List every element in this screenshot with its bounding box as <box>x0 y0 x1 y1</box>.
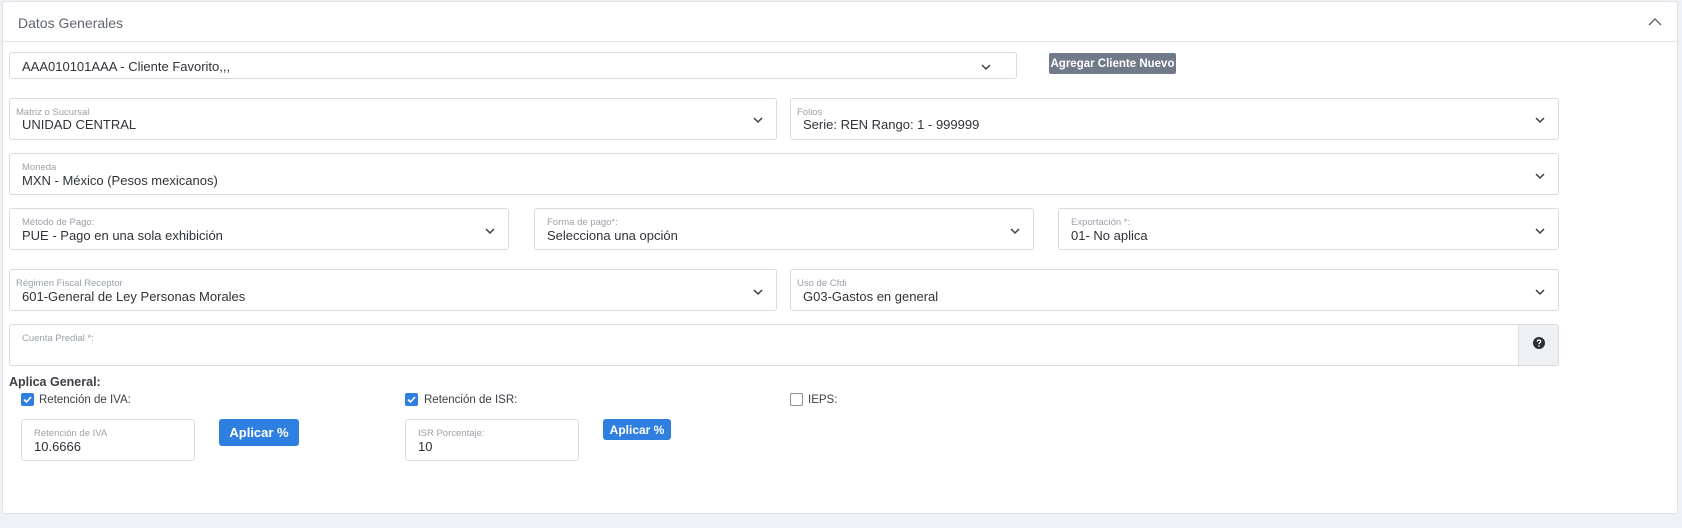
uso-cfdi-select[interactable]: Uso de Cfdi G03-Gastos en general <box>790 269 1559 311</box>
metodo-pago-value: PUE - Pago en una sola exhibición <box>22 228 223 243</box>
folios-select[interactable]: Folios Serie: REN Rango: 1 - 999999 <box>790 98 1559 140</box>
forma-pago-select[interactable]: Forma de pago*: Selecciona una opción <box>534 208 1034 250</box>
isr-porcentaje-input[interactable]: ISR Porcentaje: 10 <box>405 419 579 461</box>
regimen-fiscal-label: Régimen Fiscal Receptor <box>16 278 123 289</box>
exportacion-value: 01- No aplica <box>1071 228 1148 243</box>
retencion-isr-label: Retención de ISR: <box>424 394 518 406</box>
add-client-button-label: Agregar Cliente Nuevo <box>1050 57 1175 70</box>
question-circle-icon <box>1532 336 1545 354</box>
help-button[interactable] <box>1518 325 1558 365</box>
folios-value: Serie: REN Rango: 1 - 999999 <box>803 117 980 132</box>
client-select[interactable]: AAA010101AAA - Cliente Favorito,,, <box>9 52 1017 79</box>
retencion-iva-input-label: Retención de IVA <box>34 428 108 439</box>
exportacion-select[interactable]: Exportación *: 01- No aplica <box>1058 208 1559 250</box>
apply-iva-button[interactable]: Aplicar % <box>219 419 299 446</box>
uso-cfdi-label: Uso de Cfdi <box>797 278 847 289</box>
datos-generales-card: Datos Generales AAA010101AAA - Cliente F… <box>2 1 1678 514</box>
chevron-down-icon <box>1534 113 1546 125</box>
chevron-down-icon <box>980 60 992 72</box>
metodo-pago-select[interactable]: Método de Pago: PUE - Pago en una sola e… <box>9 208 509 250</box>
card-header: Datos Generales <box>3 2 1677 42</box>
add-client-button[interactable]: Agregar Cliente Nuevo <box>1049 53 1176 74</box>
chevron-up-icon[interactable] <box>1647 14 1663 30</box>
chevron-down-icon <box>752 285 764 297</box>
retencion-iva-label: Retención de IVA: <box>39 394 131 406</box>
chevron-down-icon <box>1009 224 1021 236</box>
chevron-down-icon <box>752 113 764 125</box>
moneda-label: Moneda <box>22 162 57 173</box>
client-select-value: AAA010101AAA - Cliente Favorito,,, <box>22 59 231 74</box>
regimen-fiscal-select[interactable]: Régimen Fiscal Receptor 601-General de L… <box>9 269 777 311</box>
isr-porcentaje-value: 10 <box>418 439 433 454</box>
moneda-select[interactable]: Moneda MXN - México (Pesos mexicanos) <box>9 153 1559 195</box>
regimen-fiscal-value: 601-General de Ley Personas Morales <box>22 289 246 304</box>
chevron-down-icon <box>1534 169 1546 181</box>
aplica-general-title: Aplica General: <box>9 375 101 389</box>
retencion-isr-checkbox[interactable] <box>405 393 418 406</box>
forma-pago-label: Forma de pago*: <box>547 217 618 228</box>
moneda-value: MXN - México (Pesos mexicanos) <box>22 173 218 188</box>
retencion-iva-input[interactable]: Retención de IVA 10.6666 <box>21 419 195 461</box>
matriz-value: UNIDAD CENTRAL <box>22 117 137 132</box>
chevron-down-icon <box>1534 224 1546 236</box>
card-title: Datos Generales <box>18 15 124 31</box>
forma-pago-value: Selecciona una opción <box>547 228 678 243</box>
check-icon <box>407 396 416 404</box>
apply-iva-button-label: Aplicar % <box>229 425 289 440</box>
exportacion-label: Exportación *: <box>1071 217 1131 228</box>
cuenta-predial-label: Cuenta Predial *: <box>22 333 94 344</box>
retencion-iva-checkbox[interactable] <box>21 393 34 406</box>
metodo-pago-label: Método de Pago: <box>22 217 95 228</box>
chevron-down-icon <box>1534 285 1546 297</box>
check-icon <box>23 396 32 404</box>
matriz-select[interactable]: Matriz o Sucursal UNIDAD CENTRAL <box>9 98 777 140</box>
ieps-label: IEPS: <box>808 394 838 406</box>
retencion-iva-input-value: 10.6666 <box>34 439 81 454</box>
ieps-checkbox[interactable] <box>790 393 803 406</box>
cuenta-predial-field[interactable]: Cuenta Predial *: <box>9 324 1559 366</box>
chevron-down-icon <box>484 224 496 236</box>
uso-cfdi-value: G03-Gastos en general <box>803 289 939 304</box>
isr-porcentaje-label: ISR Porcentaje: <box>418 428 485 439</box>
apply-isr-button[interactable]: Aplicar % <box>603 419 671 440</box>
apply-isr-button-label: Aplicar % <box>609 422 665 437</box>
